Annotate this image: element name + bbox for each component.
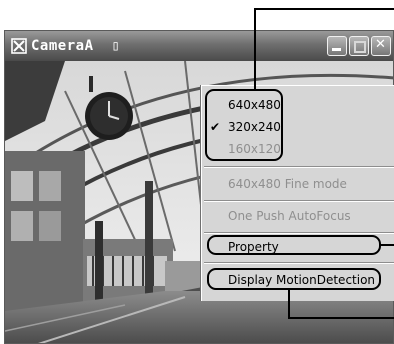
camera-app-icon[interactable]	[11, 38, 27, 54]
title-bar[interactable]: CameraA ▯	[5, 31, 393, 61]
callout-line	[254, 8, 256, 90]
menu-item-fine-mode: 640x480 Fine mode	[202, 174, 394, 194]
callout-line	[254, 8, 394, 10]
callout-line	[381, 244, 394, 246]
minimize-button[interactable]	[327, 36, 347, 56]
property-highlight-box	[207, 235, 381, 255]
callout-line	[288, 317, 394, 319]
menu-separator	[204, 232, 394, 234]
title-glyph: ▯	[111, 38, 121, 54]
maximize-button[interactable]	[349, 36, 369, 56]
menu-item-label: 640x480 Fine mode	[228, 177, 347, 191]
menu-separator	[204, 166, 394, 168]
menu-item-autofocus: One Push AutoFocus	[202, 206, 394, 226]
menu-item-label: One Push AutoFocus	[228, 209, 351, 223]
close-button[interactable]	[371, 36, 391, 56]
window-title: CameraA ▯	[31, 38, 121, 54]
resolution-highlight-box	[205, 89, 283, 161]
motion-detection-highlight-box	[207, 268, 381, 290]
callout-line	[288, 290, 290, 319]
menu-separator	[204, 262, 394, 264]
menu-separator	[204, 200, 394, 202]
